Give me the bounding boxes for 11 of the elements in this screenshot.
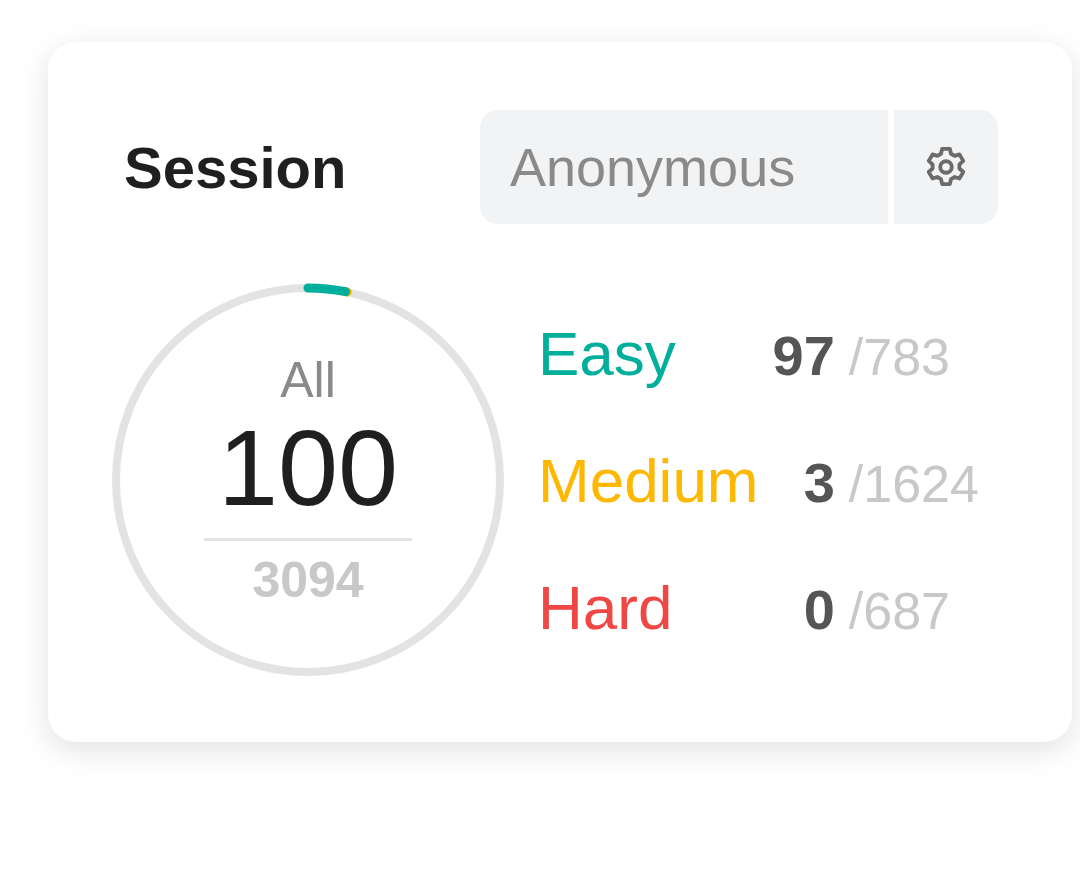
- solved-count: 97: [772, 322, 835, 388]
- all-label: All: [280, 351, 336, 410]
- solved-count: 100: [203, 409, 413, 541]
- settings-button[interactable]: [894, 110, 998, 224]
- difficulty-label: Easy: [538, 317, 677, 389]
- session-title: Session: [124, 133, 347, 201]
- difficulty-label: Hard: [538, 571, 674, 643]
- session-dropdown[interactable]: Anonymous: [480, 110, 888, 224]
- solved-count: 0: [802, 576, 835, 642]
- difficulty-label: Medium: [538, 444, 759, 516]
- solved-count: 3: [802, 449, 835, 515]
